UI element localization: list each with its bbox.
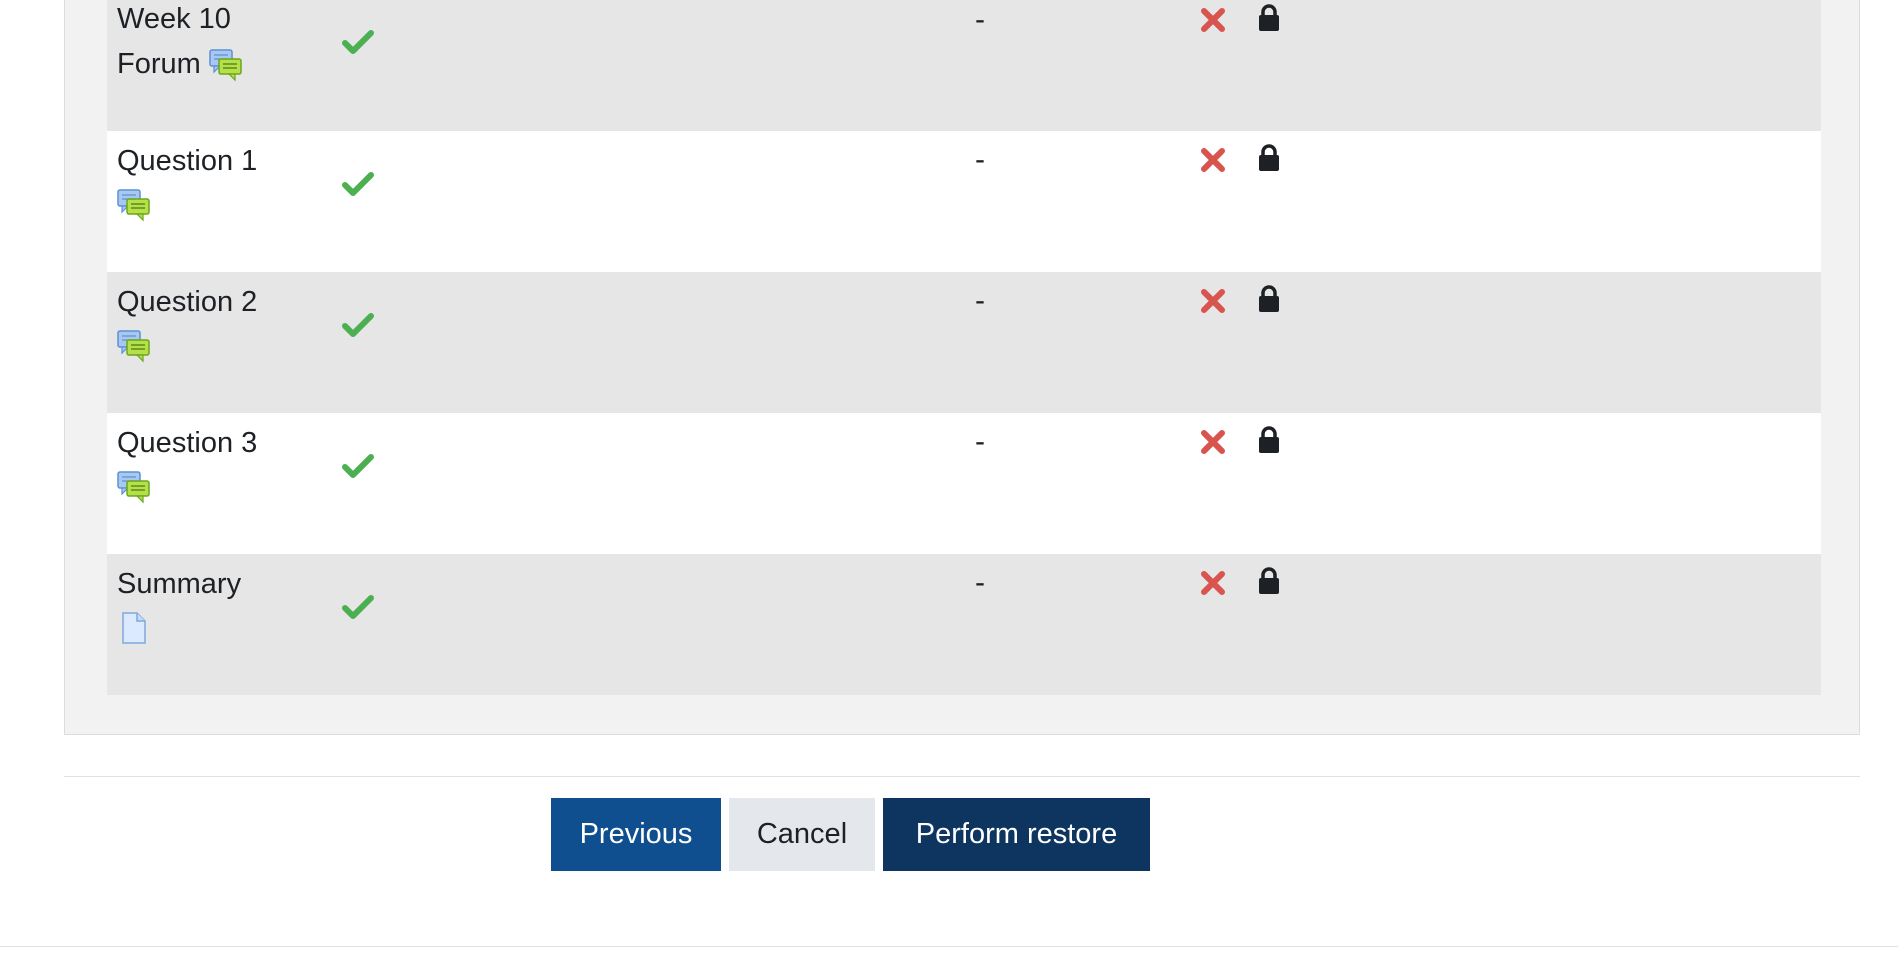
table-row: Summary - <box>107 554 1821 695</box>
activity-name: Summary <box>117 568 242 600</box>
forum-icon <box>209 48 243 82</box>
check-icon <box>342 169 374 199</box>
table-row: Question 2 - <box>107 272 1821 413</box>
lock-icon <box>1257 566 1281 596</box>
table-row: Week 10 Forum - <box>107 0 1821 131</box>
previous-button[interactable]: Previous <box>551 798 721 871</box>
page-icon <box>117 611 151 645</box>
perform-restore-button[interactable]: Perform restore <box>883 798 1150 871</box>
activity-name: Question 3 <box>117 427 258 459</box>
check-icon <box>342 27 374 57</box>
activity-name: Question 2 <box>117 286 258 318</box>
value-text: - <box>975 425 985 458</box>
activity-name-cell: Summary <box>117 562 317 645</box>
table-row: Question 1 - <box>107 131 1821 272</box>
restore-page: Week 10 Forum - Question 1 - Question 2 … <box>0 0 1898 954</box>
form-divider <box>64 776 1860 777</box>
cross-icon <box>1200 7 1226 33</box>
check-icon <box>342 310 374 340</box>
activity-table: Week 10 Forum - Question 1 - Question 2 … <box>107 0 1821 695</box>
cancel-button[interactable]: Cancel <box>729 798 875 871</box>
cross-icon <box>1200 288 1226 314</box>
restore-settings-panel: Week 10 Forum - Question 1 - Question 2 … <box>64 0 1860 735</box>
check-icon <box>342 592 374 622</box>
activity-name: Question 1 <box>117 145 258 177</box>
activity-name-cell: Question 3 <box>117 421 317 504</box>
value-text: - <box>975 566 985 599</box>
activity-name-cell: Week 10 Forum <box>117 0 317 87</box>
activity-name-cell: Question 1 <box>117 139 317 222</box>
check-icon <box>342 451 374 481</box>
activity-name-cell: Question 2 <box>117 280 317 363</box>
forum-icon <box>117 470 151 504</box>
lock-icon <box>1257 284 1281 314</box>
lock-icon <box>1257 143 1281 173</box>
form-buttons: Previous Cancel Perform restore <box>551 798 1150 871</box>
lock-icon <box>1257 425 1281 455</box>
forum-icon <box>117 329 151 363</box>
lock-icon <box>1257 3 1281 33</box>
value-text: - <box>975 143 985 176</box>
cross-icon <box>1200 147 1226 173</box>
table-row: Question 3 - <box>107 413 1821 554</box>
cross-icon <box>1200 429 1226 455</box>
footer-divider <box>0 946 1898 947</box>
cross-icon <box>1200 570 1226 596</box>
forum-icon <box>117 188 151 222</box>
value-text: - <box>975 284 985 317</box>
value-text: - <box>975 3 985 36</box>
